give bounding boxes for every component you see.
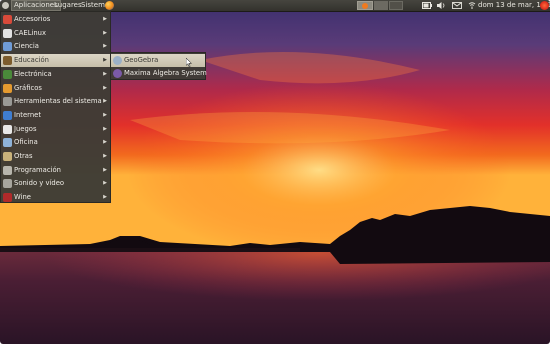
sound-video-icon (3, 179, 12, 189)
games-icon (3, 124, 12, 134)
submenu-arrow-icon: ▶ (103, 29, 107, 36)
menu-item-label: Educación (14, 56, 49, 65)
submenu-arrow-icon: ▶ (103, 180, 107, 187)
menu-item-caelinux[interactable]: CAELinux ▶ (1, 27, 110, 40)
menu-item-oficina[interactable]: Oficina ▶ (1, 136, 110, 149)
desktop: Aplicaciones Lugares Sistema dom 13 de m… (0, 0, 550, 344)
taskbar-button-3[interactable] (389, 1, 403, 10)
menu-item-herramientas-del-sistema[interactable]: Herramientas del sistema ▶ (1, 95, 110, 108)
menu-item-programacion[interactable]: Programación ▶ (1, 164, 110, 177)
programming-icon (3, 165, 12, 175)
menu-item-label: Electrónica (14, 69, 52, 78)
submenu-arrow-icon: ▶ (103, 166, 107, 173)
maxima-icon (113, 69, 122, 78)
menu-item-label: Accesorios (14, 15, 51, 23)
menu-item-juegos[interactable]: Juegos ▶ (1, 123, 110, 136)
system-tools-icon (3, 97, 12, 107)
submenu-arrow-icon: ▶ (103, 153, 107, 159)
volume-icon[interactable] (437, 2, 446, 9)
network-icon[interactable] (468, 2, 476, 9)
taskbar-button-1[interactable] (357, 1, 373, 10)
menu-item-label: Wine (14, 193, 31, 202)
menu-item-accesorios[interactable]: Accesorios ▶ (1, 13, 110, 26)
menu-item-graficos[interactable]: Gráficos ▶ (1, 82, 110, 95)
education-icon (3, 56, 12, 66)
submenu-arrow-icon: ▶ (103, 43, 107, 50)
applications-menu: Accesorios ▶ CAELinux ▶ Ciencia ▶ Educación ▶ El… (0, 11, 111, 203)
accessories-icon (3, 15, 12, 24)
submenu-arrow-icon: ▶ (103, 98, 107, 105)
menu-item-label: Ciencia (14, 42, 39, 51)
submenu-arrow-icon: ▶ (103, 194, 107, 201)
submenu-arrow-icon: ▶ (103, 57, 107, 64)
submenu-item-maxima-algebra-system[interactable]: Maxima Algebra System (111, 67, 207, 80)
submenu-arrow-icon: ▶ (103, 16, 107, 22)
geogebra-icon (113, 56, 122, 65)
caelinux-icon (3, 28, 12, 38)
internet-icon (3, 110, 12, 120)
menu-item-label: Sonido y vídeo (14, 179, 65, 188)
office-icon (3, 138, 12, 148)
menu-item-wine[interactable]: Wine ▶ (1, 191, 110, 204)
taskbar-button-2[interactable] (374, 1, 388, 10)
submenu-arrow-icon: ▶ (103, 139, 107, 146)
menu-item-otras[interactable]: Otras ▶ (1, 150, 110, 163)
battery-icon[interactable] (422, 2, 432, 9)
submenu-arrow-icon: ▶ (103, 125, 107, 132)
submenu-arrow-icon: ▶ (103, 84, 107, 91)
menu-item-label: Gráficos (14, 83, 42, 92)
wine-icon (3, 193, 12, 203)
graphics-icon (3, 83, 12, 93)
menu-item-ciencia[interactable]: Ciencia ▶ (1, 40, 110, 53)
mail-icon[interactable] (452, 2, 462, 9)
menu-item-educacion[interactable]: Educación ▶ (1, 54, 110, 68)
menu-item-label: Juegos (14, 124, 37, 133)
firefox-launcher-icon[interactable] (105, 1, 114, 10)
menu-item-label: Internet (14, 110, 41, 119)
menu-item-internet[interactable]: Internet ▶ (1, 109, 110, 122)
submenu-item-label: GeoGebra (124, 56, 159, 64)
electronics-icon (3, 69, 12, 79)
ubuntu-logo-icon (2, 2, 9, 9)
mouse-cursor-icon (186, 58, 192, 67)
menu-item-label: Herramientas del sistema (14, 97, 102, 106)
menu-item-label: Programación (14, 165, 61, 174)
menu-item-label: CAELinux (14, 28, 47, 37)
science-icon (3, 42, 12, 52)
menu-item-sonido-y-video[interactable]: Sonido y vídeo ▶ (1, 177, 110, 190)
menu-item-label: Oficina (14, 138, 38, 147)
other-icon (3, 152, 12, 161)
submenu-item-label: Maxima Algebra System (124, 69, 207, 77)
submenu-arrow-icon: ▶ (103, 111, 107, 118)
menu-item-label: Otras (14, 152, 33, 160)
app-icon (362, 3, 368, 9)
submenu-arrow-icon: ▶ (103, 70, 107, 77)
power-icon[interactable] (540, 1, 549, 10)
menu-item-electronica[interactable]: Electrónica ▶ (1, 68, 110, 81)
